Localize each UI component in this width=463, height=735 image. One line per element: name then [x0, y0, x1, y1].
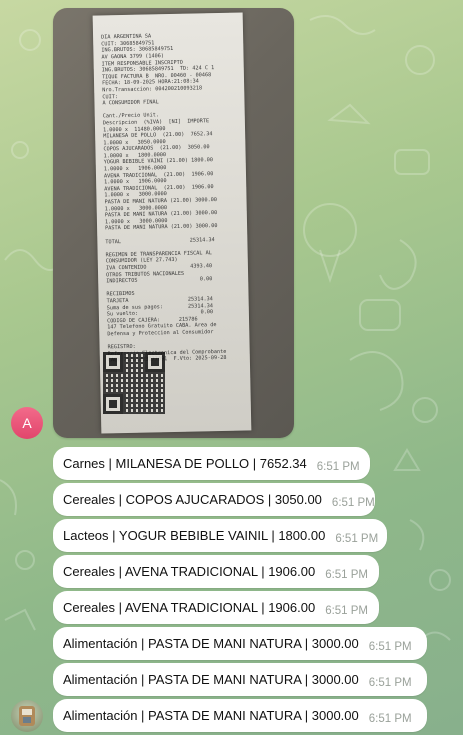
- receipt-photo-message[interactable]: DIA ARGENTINA SA CUIT: 30685849751 ING.BRU…: [53, 8, 294, 438]
- message-text: Alimentación | PASTA DE MANI NATURA | 30…: [63, 708, 359, 723]
- message-bubble[interactable]: Cereales | AVENA TRADICIONAL | 1906.00 6…: [53, 555, 379, 588]
- message-time: 6:51 PM: [368, 640, 412, 653]
- sender-avatar[interactable]: A: [11, 407, 43, 439]
- message-bubble[interactable]: Carnes | MILANESA DE POLLO | 7652.34 6:5…: [53, 447, 370, 480]
- message-time: 6:51 PM: [368, 676, 412, 689]
- message-text: Alimentación | PASTA DE MANI NATURA | 30…: [63, 672, 359, 687]
- sender-avatar-letter: A: [22, 415, 32, 431]
- receipt-qr-code: [103, 352, 165, 414]
- message-bubble[interactable]: Lacteos | YOGUR BEBIBLE VAINIL | 1800.00…: [53, 519, 387, 552]
- message-text: Cereales | COPOS AJUCARADOS | 3050.00: [63, 492, 322, 507]
- message-text: Cereales | AVENA TRADICIONAL | 1906.00: [63, 600, 316, 615]
- message-bubble[interactable]: Cereales | COPOS AJUCARADOS | 3050.00 6:…: [53, 483, 375, 516]
- message-text: Alimentación | PASTA DE MANI NATURA | 30…: [63, 636, 359, 651]
- message-time: 6:51 PM: [331, 496, 375, 509]
- message-text: Cereales | AVENA TRADICIONAL | 1906.00: [63, 564, 316, 579]
- message-time: 6:51 PM: [368, 712, 412, 725]
- message-bubble[interactable]: Alimentación | PASTA DE MANI NATURA | 30…: [53, 699, 427, 732]
- message-bubble[interactable]: Alimentación | PASTA DE MANI NATURA | 30…: [53, 627, 427, 660]
- message-text: Lacteos | YOGUR BEBIBLE VAINIL | 1800.00: [63, 528, 326, 543]
- message-bubble[interactable]: Alimentación | PASTA DE MANI NATURA | 30…: [53, 663, 427, 696]
- message-text: Carnes | MILANESA DE POLLO | 7652.34: [63, 456, 307, 471]
- bot-avatar-image: [19, 706, 35, 726]
- bot-avatar[interactable]: [11, 700, 43, 732]
- message-bubble[interactable]: Cereales | AVENA TRADICIONAL | 1906.00 6…: [53, 591, 379, 624]
- message-time: 6:51 PM: [325, 568, 369, 581]
- message-time: 6:51 PM: [325, 604, 369, 617]
- message-time: 6:51 PM: [335, 532, 379, 545]
- message-time: 6:51 PM: [316, 460, 360, 473]
